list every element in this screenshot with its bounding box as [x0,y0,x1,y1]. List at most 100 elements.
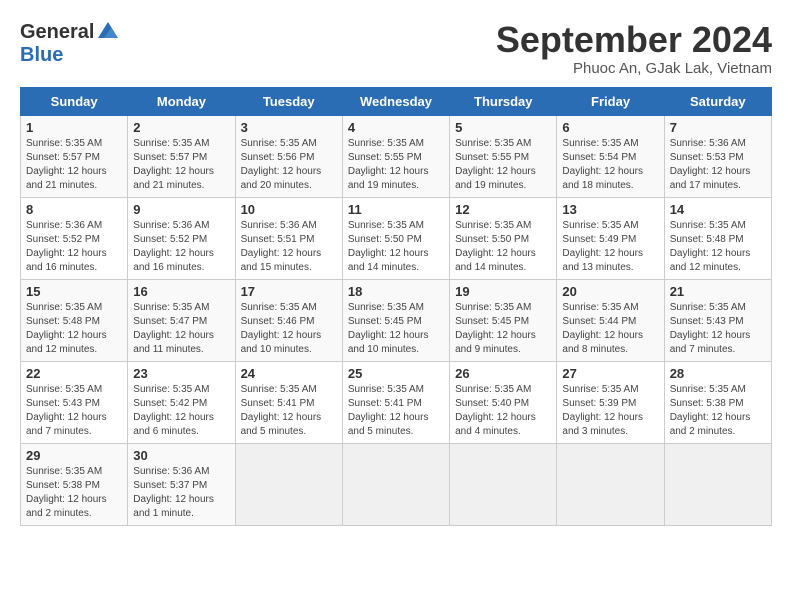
day-info: Sunrise: 5:35 AM Sunset: 5:45 PM Dayligh… [348,301,444,357]
calendar-cell: 6 Sunrise: 5:35 AM Sunset: 5:54 PM Daylig… [557,115,664,197]
calendar-cell: 5Sunrise: 5:35 AM Sunset: 5:55 PM Daylig… [450,115,557,197]
week-row-2: 8 Sunrise: 5:36 AM Sunset: 5:52 PM Daylig… [21,197,772,279]
day-info: Sunrise: 5:35 AM Sunset: 5:41 PM Dayligh… [241,383,337,439]
month-title: September 2024 [496,20,772,60]
calendar-cell: 24 Sunrise: 5:35 AM Sunset: 5:41 PM Dayli… [235,361,342,443]
calendar-cell: 30 Sunrise: 5:36 AM Sunset: 5:37 PM Dayli… [128,443,235,525]
day-number: 22 [26,366,122,381]
day-info: Sunrise: 5:35 AM Sunset: 5:54 PM Dayligh… [562,137,658,193]
calendar-cell: 18 Sunrise: 5:35 AM Sunset: 5:45 PM Dayli… [342,279,449,361]
day-number: 8 [26,202,122,217]
header-thursday: Thursday [450,87,557,115]
calendar-cell: 15 Sunrise: 5:35 AM Sunset: 5:48 PM Dayli… [21,279,128,361]
calendar-cell: 19Sunrise: 5:35 AM Sunset: 5:45 PM Dayli… [450,279,557,361]
title-block: September 2024 Phuoc An, GJak Lak, Vietn… [496,20,772,77]
week-row-1: 1 Sunrise: 5:35 AM Sunset: 5:57 PM Daylig… [21,115,772,197]
day-info: Sunrise: 5:35 AM Sunset: 5:57 PM Dayligh… [26,137,122,193]
day-number: 5 [455,120,551,135]
day-number: 24 [241,366,337,381]
day-info: Sunrise: 5:35 AM Sunset: 5:43 PM Dayligh… [670,301,766,357]
week-row-5: 29 Sunrise: 5:35 AM Sunset: 5:38 PM Dayli… [21,443,772,525]
calendar-cell [450,443,557,525]
day-number: 2 [133,120,229,135]
logo-blue-text: Blue [20,44,63,67]
day-number: 4 [348,120,444,135]
day-number: 3 [241,120,337,135]
calendar-cell: 4 Sunrise: 5:35 AM Sunset: 5:55 PM Daylig… [342,115,449,197]
day-info: Sunrise: 5:35 AM Sunset: 5:50 PM Dayligh… [455,219,551,275]
day-number: 6 [562,120,658,135]
day-number: 16 [133,284,229,299]
day-number: 17 [241,284,337,299]
day-info: Sunrise: 5:35 AM Sunset: 5:42 PM Dayligh… [133,383,229,439]
day-number: 30 [133,448,229,463]
calendar-header-row: SundayMondayTuesdayWednesdayThursdayFrid… [21,87,772,115]
day-info: Sunrise: 5:36 AM Sunset: 5:37 PM Dayligh… [133,465,229,521]
day-info: Sunrise: 5:35 AM Sunset: 5:44 PM Dayligh… [562,301,658,357]
day-number: 10 [241,202,337,217]
day-number: 11 [348,202,444,217]
day-number: 29 [26,448,122,463]
day-info: Sunrise: 5:35 AM Sunset: 5:38 PM Dayligh… [26,465,122,521]
calendar-cell: 1 Sunrise: 5:35 AM Sunset: 5:57 PM Daylig… [21,115,128,197]
day-info: Sunrise: 5:35 AM Sunset: 5:48 PM Dayligh… [670,219,766,275]
day-info: Sunrise: 5:36 AM Sunset: 5:53 PM Dayligh… [670,137,766,193]
calendar-cell: 28Sunrise: 5:35 AM Sunset: 5:38 PM Dayli… [664,361,771,443]
day-number: 25 [348,366,444,381]
header-saturday: Saturday [664,87,771,115]
week-row-3: 15 Sunrise: 5:35 AM Sunset: 5:48 PM Dayli… [21,279,772,361]
calendar-cell: 10Sunrise: 5:36 AM Sunset: 5:51 PM Dayli… [235,197,342,279]
day-number: 1 [26,120,122,135]
calendar-cell: 21 Sunrise: 5:35 AM Sunset: 5:43 PM Dayli… [664,279,771,361]
calendar-cell: 16 Sunrise: 5:35 AM Sunset: 5:47 PM Dayli… [128,279,235,361]
header-friday: Friday [557,87,664,115]
calendar-cell: 2 Sunrise: 5:35 AM Sunset: 5:57 PM Daylig… [128,115,235,197]
calendar-cell: 11 Sunrise: 5:35 AM Sunset: 5:50 PM Dayli… [342,197,449,279]
day-info: Sunrise: 5:35 AM Sunset: 5:49 PM Dayligh… [562,219,658,275]
day-info: Sunrise: 5:35 AM Sunset: 5:48 PM Dayligh… [26,301,122,357]
calendar-cell: 3Sunrise: 5:35 AM Sunset: 5:56 PM Daylig… [235,115,342,197]
calendar-cell: 7Sunrise: 5:36 AM Sunset: 5:53 PM Daylig… [664,115,771,197]
page-header: General Blue September 2024 Phuoc An, GJ… [20,20,772,77]
day-number: 21 [670,284,766,299]
calendar-cell [557,443,664,525]
day-number: 27 [562,366,658,381]
calendar-cell: 13Sunrise: 5:35 AM Sunset: 5:49 PM Dayli… [557,197,664,279]
calendar-cell: 17 Sunrise: 5:35 AM Sunset: 5:46 PM Dayli… [235,279,342,361]
header-monday: Monday [128,87,235,115]
calendar-cell [342,443,449,525]
day-number: 9 [133,202,229,217]
calendar-cell: 9 Sunrise: 5:36 AM Sunset: 5:52 PM Daylig… [128,197,235,279]
day-info: Sunrise: 5:35 AM Sunset: 5:45 PM Dayligh… [455,301,551,357]
week-row-4: 22Sunrise: 5:35 AM Sunset: 5:43 PM Dayli… [21,361,772,443]
day-number: 14 [670,202,766,217]
header-wednesday: Wednesday [342,87,449,115]
logo-general-text: General [20,21,94,44]
calendar-cell [235,443,342,525]
calendar-cell: 29 Sunrise: 5:35 AM Sunset: 5:38 PM Dayli… [21,443,128,525]
day-info: Sunrise: 5:35 AM Sunset: 5:50 PM Dayligh… [348,219,444,275]
day-info: Sunrise: 5:35 AM Sunset: 5:38 PM Dayligh… [670,383,766,439]
day-info: Sunrise: 5:35 AM Sunset: 5:41 PM Dayligh… [348,383,444,439]
calendar-cell: 27 Sunrise: 5:35 AM Sunset: 5:39 PM Dayli… [557,361,664,443]
day-info: Sunrise: 5:35 AM Sunset: 5:40 PM Dayligh… [455,383,551,439]
logo: General Blue [20,20,120,67]
day-info: Sunrise: 5:35 AM Sunset: 5:46 PM Dayligh… [241,301,337,357]
day-info: Sunrise: 5:35 AM Sunset: 5:47 PM Dayligh… [133,301,229,357]
calendar-cell: 26Sunrise: 5:35 AM Sunset: 5:40 PM Dayli… [450,361,557,443]
day-number: 15 [26,284,122,299]
calendar-cell: 20 Sunrise: 5:35 AM Sunset: 5:44 PM Dayli… [557,279,664,361]
day-info: Sunrise: 5:35 AM Sunset: 5:55 PM Dayligh… [348,137,444,193]
calendar-cell [664,443,771,525]
day-number: 18 [348,284,444,299]
calendar-cell: 14 Sunrise: 5:35 AM Sunset: 5:48 PM Dayli… [664,197,771,279]
day-info: Sunrise: 5:35 AM Sunset: 5:57 PM Dayligh… [133,137,229,193]
day-number: 20 [562,284,658,299]
calendar-table: SundayMondayTuesdayWednesdayThursdayFrid… [20,87,772,526]
calendar-cell: 22Sunrise: 5:35 AM Sunset: 5:43 PM Dayli… [21,361,128,443]
calendar-cell: 8Sunrise: 5:36 AM Sunset: 5:52 PM Daylig… [21,197,128,279]
header-tuesday: Tuesday [235,87,342,115]
day-info: Sunrise: 5:36 AM Sunset: 5:52 PM Dayligh… [133,219,229,275]
day-number: 23 [133,366,229,381]
day-info: Sunrise: 5:35 AM Sunset: 5:39 PM Dayligh… [562,383,658,439]
